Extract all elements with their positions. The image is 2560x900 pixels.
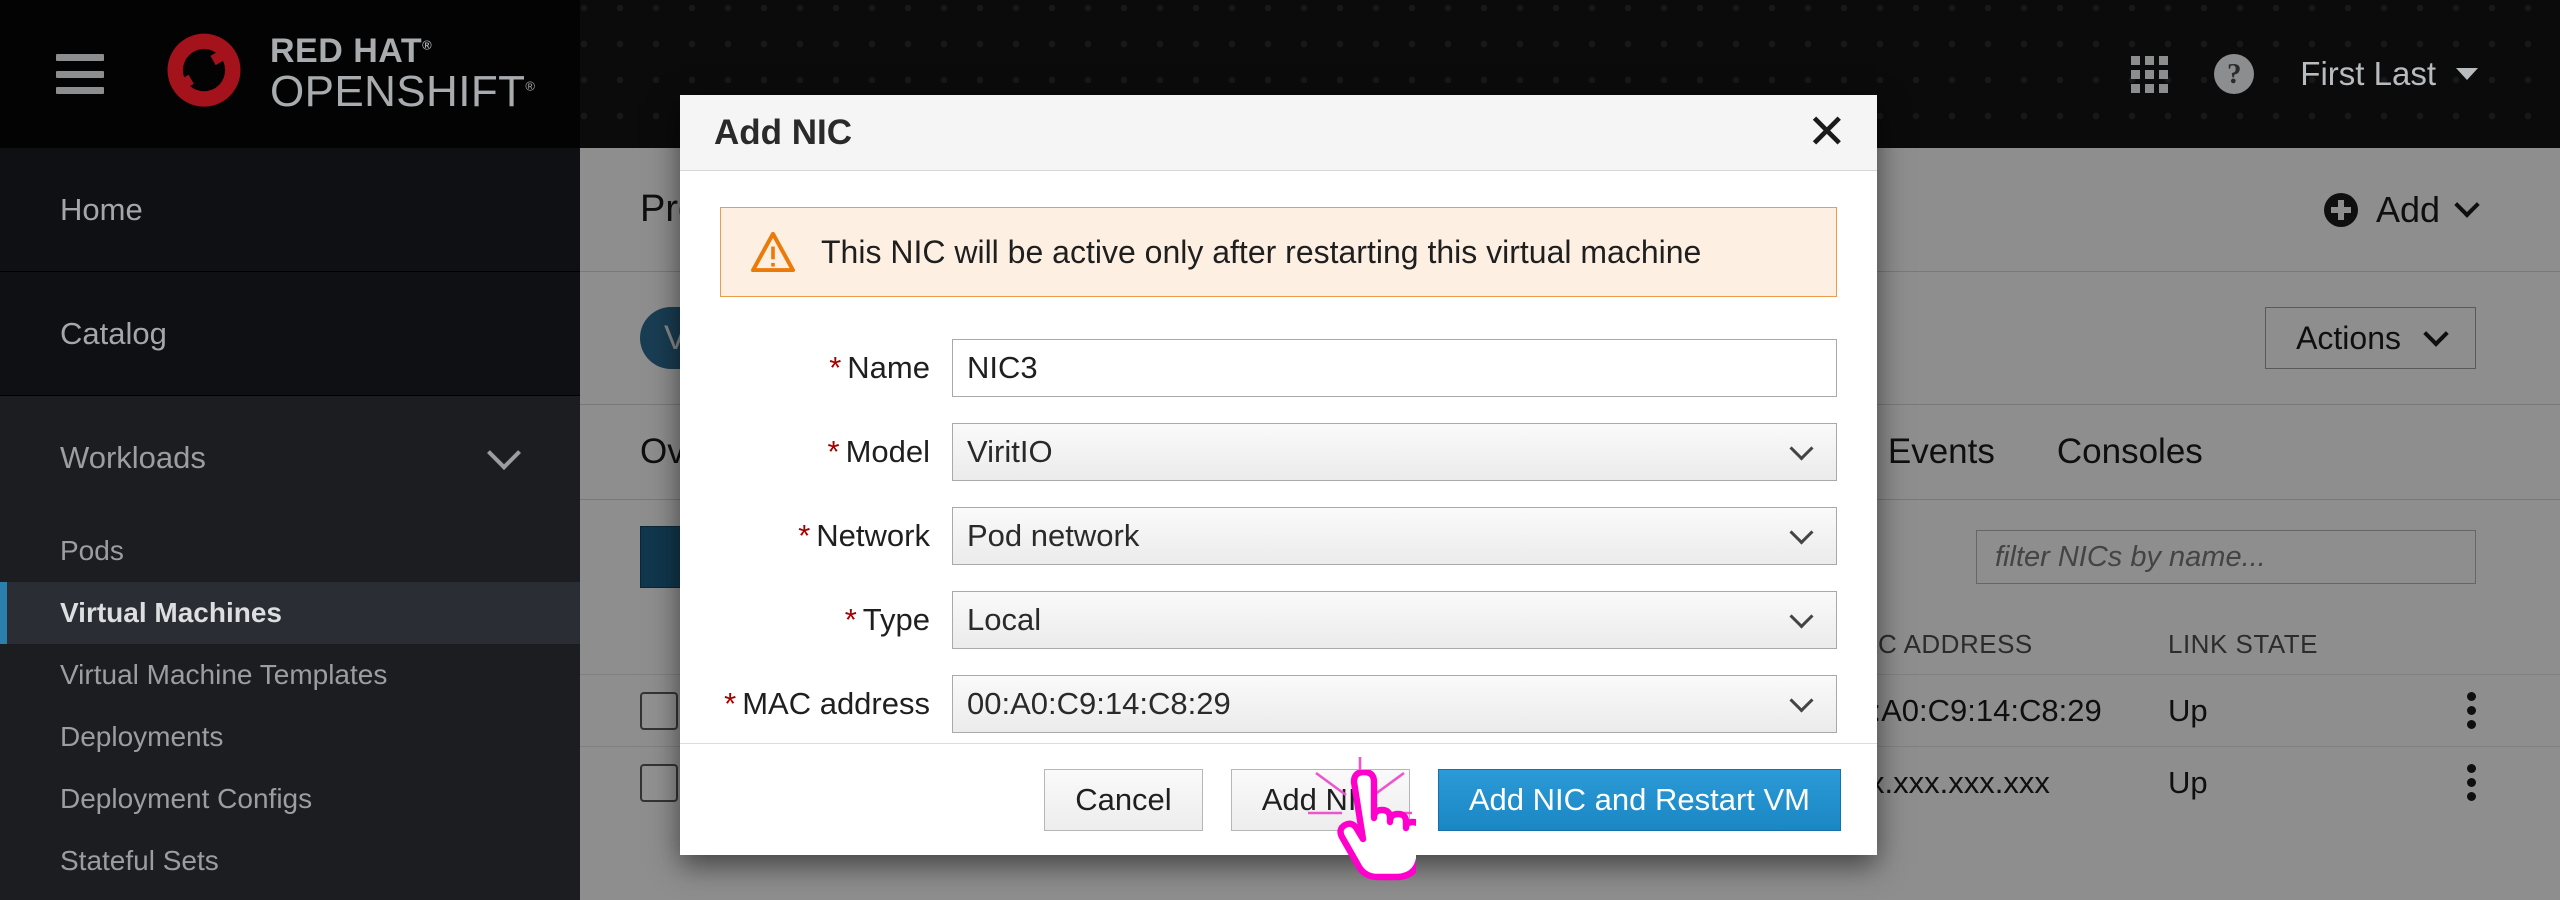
sidebar-item-label: Catalog bbox=[60, 315, 167, 351]
sidebar: Home Catalog Workloads Pods Virtual Mach… bbox=[0, 148, 580, 900]
network-select-value: Pod network bbox=[967, 518, 1140, 553]
required-asterisk: * bbox=[724, 686, 737, 721]
add-nic-button[interactable]: Add NIC bbox=[1230, 768, 1410, 831]
add-nic-and-restart-vm-button[interactable]: Add NIC and Restart VM bbox=[1437, 768, 1841, 831]
masthead-actions: ? First Last bbox=[2131, 0, 2560, 148]
user-menu[interactable]: First Last bbox=[2300, 55, 2478, 93]
sidebar-item-label: Stateful Sets bbox=[60, 845, 219, 876]
chevron-down-icon bbox=[1789, 435, 1814, 461]
mac-address-field-label: * MAC address bbox=[724, 686, 930, 721]
modal-title: Add NIC bbox=[714, 112, 853, 152]
brand-line1: RED HAT bbox=[270, 32, 423, 70]
caret-down-icon bbox=[2456, 68, 2478, 80]
brand-text: RED HAT® OPENSHIFT® bbox=[270, 32, 536, 116]
sidebar-item-label: Deployment Configs bbox=[60, 783, 313, 814]
cancel-button[interactable]: Cancel bbox=[1044, 768, 1203, 831]
model-select[interactable]: ViritIO bbox=[952, 423, 1837, 481]
sidebar-item-label: Virtual Machines bbox=[60, 597, 283, 628]
modal-footer: Cancel Add NIC Add NIC and Restart VM bbox=[680, 743, 1877, 855]
mac-address-select[interactable]: 00:A0:C9:14:C8:29 bbox=[952, 675, 1837, 733]
app-grid-icon[interactable] bbox=[2131, 55, 2169, 93]
app-screen: RED HAT® OPENSHIFT® ? First Last Home Ca… bbox=[0, 0, 2560, 900]
sidebar-item-pods[interactable]: Pods bbox=[0, 520, 580, 582]
brand-line2: OPENSHIFT bbox=[270, 67, 526, 116]
type-select[interactable]: Local bbox=[952, 591, 1837, 649]
warning-alert-text: This NIC will be active only after resta… bbox=[821, 233, 1702, 270]
sidebar-item-stateful-sets[interactable]: Stateful Sets bbox=[0, 830, 580, 892]
masthead-brand-area: RED HAT® OPENSHIFT® bbox=[0, 0, 580, 148]
help-question-icon[interactable]: ? bbox=[2214, 54, 2255, 94]
form-row-name: * Name bbox=[720, 339, 1837, 397]
warning-alert: This NIC will be active only after resta… bbox=[720, 207, 1837, 297]
required-asterisk: * bbox=[844, 602, 857, 637]
form-row-model: * Model ViritIO bbox=[720, 423, 1837, 481]
sidebar-item-deployments[interactable]: Deployments bbox=[0, 706, 580, 768]
modal-body: This NIC will be active only after resta… bbox=[680, 171, 1877, 733]
sidebar-item-catalog[interactable]: Catalog bbox=[0, 272, 580, 396]
network-select[interactable]: Pod network bbox=[952, 507, 1837, 565]
close-x-icon[interactable]: ✕ bbox=[1807, 108, 1847, 157]
name-field-label: * Name bbox=[829, 350, 930, 385]
model-select-value: ViritIO bbox=[967, 434, 1053, 469]
chevron-down-icon bbox=[487, 436, 521, 470]
sidebar-item-virtual-machine-templates[interactable]: Virtual Machine Templates bbox=[0, 644, 580, 706]
sidebar-top-sections: Home Catalog bbox=[0, 148, 580, 396]
hamburger-menu-icon[interactable] bbox=[56, 54, 104, 94]
sidebar-item-deployment-configs[interactable]: Deployment Configs bbox=[0, 768, 580, 830]
sidebar-item-label: Virtual Machine Templates bbox=[60, 659, 388, 690]
chevron-down-icon bbox=[1789, 687, 1814, 713]
required-asterisk: * bbox=[798, 518, 811, 553]
sidebar-item-virtual-machines[interactable]: Virtual Machines bbox=[0, 582, 580, 644]
network-field-label: * Network bbox=[798, 518, 930, 553]
sidebar-item-label: Home bbox=[60, 191, 143, 227]
required-asterisk: * bbox=[829, 350, 842, 385]
warning-triangle-icon bbox=[751, 232, 795, 272]
user-name-label: First Last bbox=[2300, 55, 2436, 92]
form-row-type: * Type Local bbox=[720, 591, 1837, 649]
brand-logo-block: RED HAT® OPENSHIFT® bbox=[156, 26, 535, 122]
required-asterisk: * bbox=[827, 434, 840, 469]
form-row-network: * Network Pod network bbox=[720, 507, 1837, 565]
redhat-logo-icon bbox=[167, 33, 241, 107]
modal-header: Add NIC ✕ bbox=[680, 95, 1877, 171]
sidebar-item-home[interactable]: Home bbox=[0, 148, 580, 272]
chevron-down-icon bbox=[1789, 603, 1814, 629]
model-field-label: * Model bbox=[827, 434, 930, 469]
add-nic-modal: Add NIC ✕ This NIC will be active only a… bbox=[680, 95, 1877, 855]
name-input[interactable] bbox=[952, 339, 1837, 397]
mac-address-select-value: 00:A0:C9:14:C8:29 bbox=[967, 686, 1231, 721]
type-select-value: Local bbox=[967, 602, 1042, 637]
chevron-down-icon bbox=[1789, 519, 1814, 545]
type-field-label: * Type bbox=[844, 602, 930, 637]
sidebar-item-label: Workloads bbox=[60, 440, 206, 475]
sidebar-item-label: Pods bbox=[60, 535, 124, 566]
sidebar-item-label: Deployments bbox=[60, 721, 224, 752]
form-row-mac-address: * MAC address 00:A0:C9:14:C8:29 bbox=[720, 675, 1837, 733]
sidebar-item-workloads[interactable]: Workloads bbox=[0, 396, 580, 520]
